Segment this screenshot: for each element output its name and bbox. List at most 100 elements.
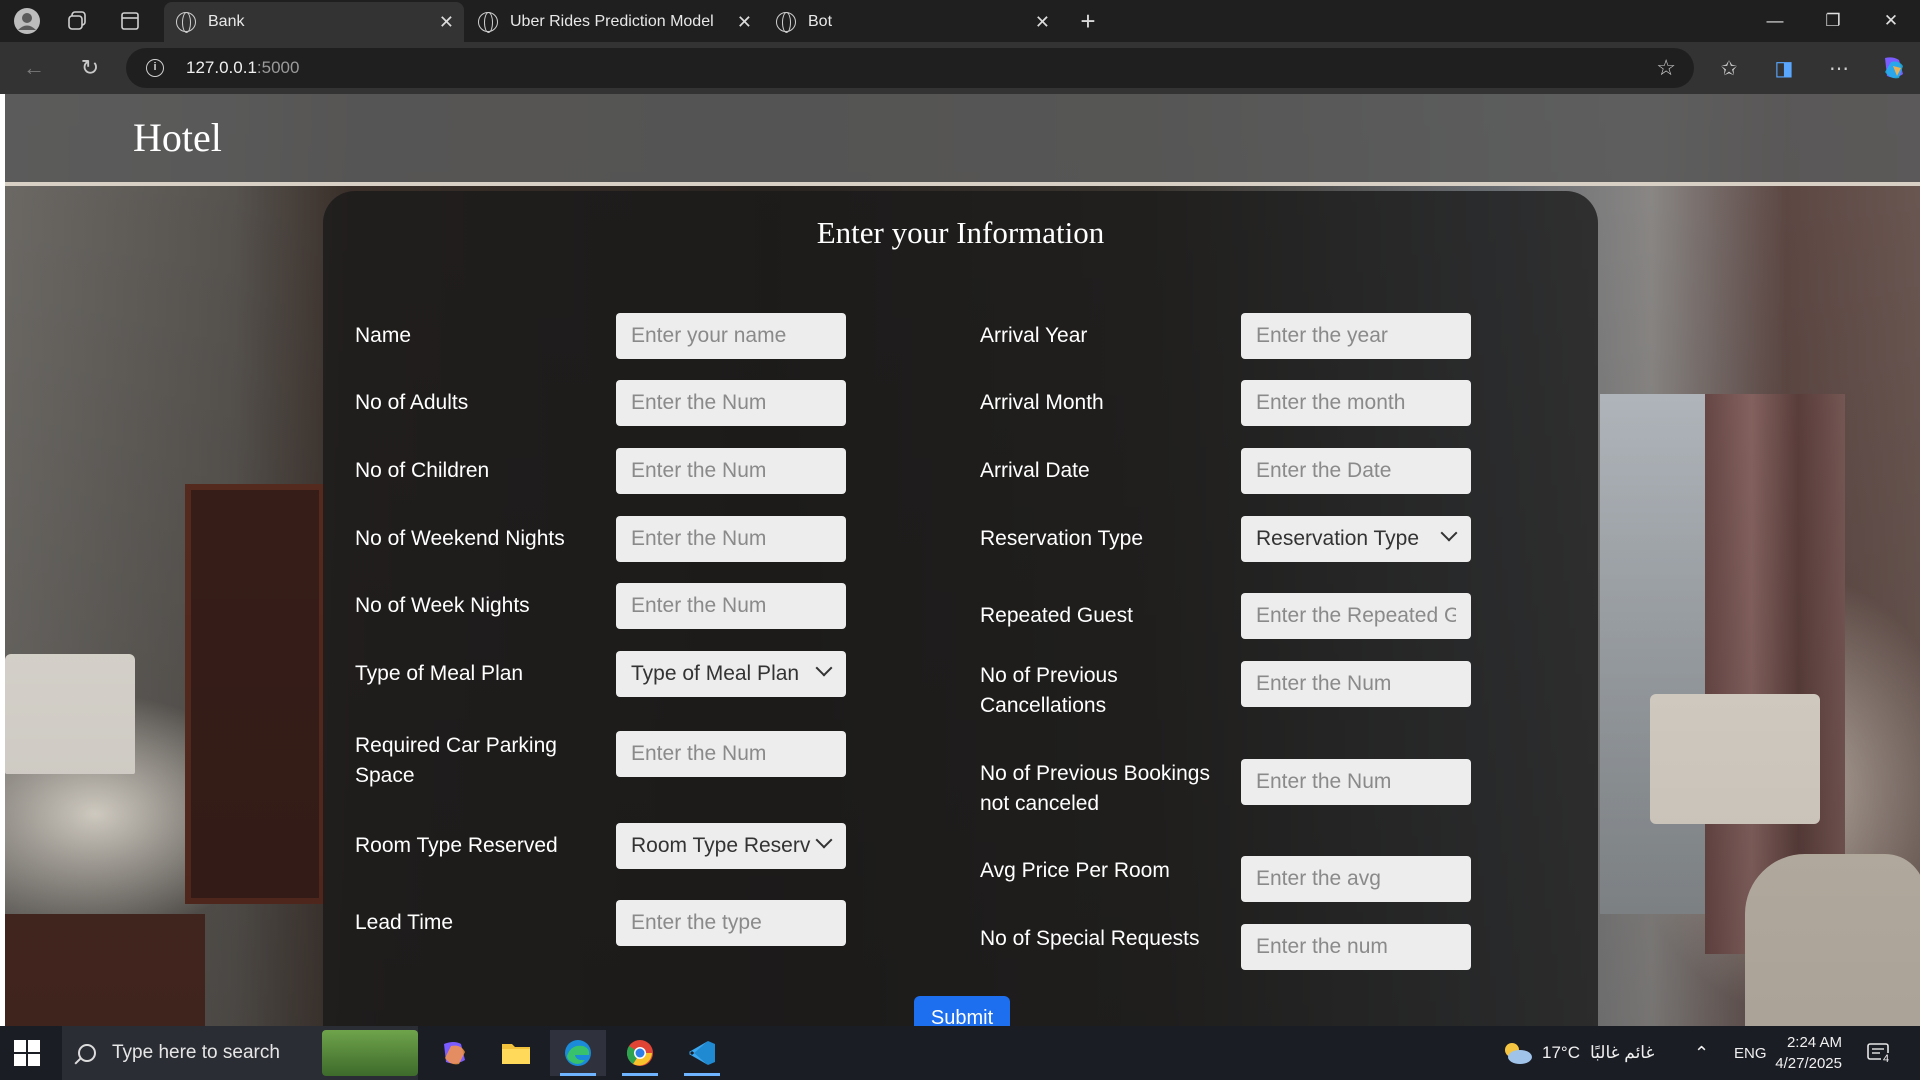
clock-time: 2:24 AM bbox=[1786, 1034, 1842, 1051]
arrival-date-input[interactable] bbox=[1241, 448, 1471, 494]
label-arrival-date: Arrival Date bbox=[980, 459, 1090, 482]
edge-taskbar-icon[interactable] bbox=[550, 1030, 606, 1076]
label-arrival-year: Arrival Year bbox=[980, 324, 1088, 347]
label-no-of-previous-bookings-not-canceled: No of Previous Bookings not canceled bbox=[980, 762, 1210, 815]
close-tab-icon[interactable]: ✕ bbox=[1035, 12, 1050, 33]
label-repeated-guest: Repeated Guest bbox=[980, 604, 1133, 627]
previous-cancellations-input[interactable] bbox=[1241, 661, 1471, 707]
reload-icon[interactable]: ↻ bbox=[74, 52, 106, 84]
label-avg-price-per-room: Avg Price Per Room bbox=[980, 859, 1170, 882]
tab-bot[interactable]: Bot ✕ bbox=[764, 2, 1060, 42]
clock[interactable]: 2:24 AM 4/27/2025 bbox=[1775, 1026, 1842, 1080]
search-placeholder: Type here to search bbox=[112, 1042, 280, 1063]
previous-bookings-not-canceled-input[interactable] bbox=[1241, 759, 1471, 805]
site-navbar: Hotel bbox=[5, 94, 1920, 186]
chrome-taskbar-icon[interactable] bbox=[612, 1030, 668, 1076]
workspaces-icon[interactable] bbox=[62, 6, 92, 36]
show-hidden-icons-icon[interactable]: ⌃ bbox=[1694, 1026, 1709, 1080]
label-no-of-children: No of Children bbox=[355, 459, 490, 482]
label-type-of-meal-plan: Type of Meal Plan bbox=[355, 662, 524, 685]
submit-button[interactable]: Submit bbox=[914, 996, 1010, 1026]
close-tab-icon[interactable]: ✕ bbox=[439, 12, 454, 33]
info-form-card: Enter your Information Name No of Adults… bbox=[323, 191, 1598, 1026]
chevron-down-icon bbox=[815, 659, 833, 677]
label-no-of-week-nights: No of Week Nights bbox=[355, 594, 530, 617]
label-required-car-parking-space: Required Car Parking Space bbox=[355, 734, 557, 787]
no-of-adults-input[interactable] bbox=[616, 380, 846, 426]
minimize-icon[interactable]: — bbox=[1746, 0, 1804, 42]
label-no-of-adults: No of Adults bbox=[355, 391, 469, 414]
more-menu-icon[interactable]: ⋯ bbox=[1822, 52, 1856, 84]
file-explorer-icon[interactable] bbox=[488, 1030, 544, 1076]
new-tab-icon[interactable]: + bbox=[1073, 6, 1103, 36]
no-of-weekend-nights-input[interactable] bbox=[616, 516, 846, 562]
search-icon bbox=[78, 1044, 96, 1062]
label-arrival-month: Arrival Month bbox=[980, 391, 1104, 414]
chevron-down-icon bbox=[815, 831, 833, 849]
form-title: Enter your Information bbox=[816, 215, 1105, 250]
select-value: Room Type Reserved bbox=[631, 834, 811, 857]
search-highlight-image bbox=[322, 1030, 418, 1076]
cloudy-weather-icon bbox=[1505, 1043, 1532, 1064]
no-of-children-input[interactable] bbox=[616, 448, 846, 494]
label-no-of-weekend-nights: No of Weekend Nights bbox=[355, 527, 565, 550]
favorites-icon[interactable]: ✩ bbox=[1712, 52, 1746, 84]
repeated-guest-input[interactable] bbox=[1241, 593, 1471, 639]
back-icon[interactable]: ← bbox=[18, 52, 50, 84]
avg-price-per-room-input[interactable] bbox=[1241, 856, 1471, 902]
room-type-select[interactable]: Room Type Reserved bbox=[616, 823, 846, 869]
site-info-icon[interactable]: i bbox=[146, 59, 164, 77]
taskbar-search-box[interactable]: Type here to search bbox=[62, 1026, 418, 1080]
windows-start-icon[interactable] bbox=[14, 1040, 40, 1066]
notification-count-badge: 4 bbox=[1881, 1053, 1892, 1065]
globe-icon bbox=[176, 12, 196, 33]
label-no-of-special-requests: No of Special Requests bbox=[980, 927, 1200, 950]
chevron-down-icon bbox=[1440, 524, 1458, 542]
label-room-type-reserved: Room Type Reserved bbox=[355, 834, 558, 857]
copilot-icon[interactable] bbox=[1876, 52, 1910, 84]
url-text[interactable]: 127.0.0.1:5000 bbox=[186, 58, 299, 78]
tab-label: Bot bbox=[808, 13, 833, 30]
tab-bank[interactable]: Bank ✕ bbox=[164, 2, 464, 42]
lead-time-input[interactable] bbox=[616, 900, 846, 946]
globe-icon bbox=[776, 12, 796, 33]
arrival-year-input[interactable] bbox=[1241, 313, 1471, 359]
select-value: Type of Meal Plan bbox=[631, 662, 800, 685]
profile-icon[interactable] bbox=[12, 6, 42, 36]
notifications-icon[interactable]: 4 bbox=[1866, 1026, 1892, 1080]
car-parking-space-input[interactable] bbox=[616, 731, 846, 777]
special-requests-input[interactable] bbox=[1241, 924, 1471, 970]
arrival-month-input[interactable] bbox=[1241, 380, 1471, 426]
favorite-star-icon[interactable]: ☆ bbox=[1656, 55, 1676, 81]
tab-label: Uber Rides Prediction Model bbox=[510, 13, 714, 30]
brand-logo-text[interactable]: Hotel bbox=[133, 114, 222, 161]
weather-temperature: 17°C bbox=[1542, 1043, 1580, 1062]
globe-icon bbox=[478, 12, 498, 33]
name-input[interactable] bbox=[616, 313, 846, 359]
weather-description: غائم غالبًا bbox=[1589, 1043, 1655, 1062]
label-lead-time: Lead Time bbox=[355, 911, 454, 934]
tab-uber-rides[interactable]: Uber Rides Prediction Model ✕ bbox=[466, 2, 762, 42]
select-value: Reservation Type bbox=[1256, 527, 1420, 550]
reservation-type-select[interactable]: Reservation Type bbox=[1241, 516, 1471, 562]
url-bar[interactable]: i 127.0.0.1:5000 ☆ bbox=[126, 48, 1694, 88]
vertical-tabs-icon[interactable] bbox=[115, 6, 145, 36]
input-language[interactable]: ENG bbox=[1734, 1026, 1767, 1080]
copilot-taskbar-icon[interactable] bbox=[426, 1030, 482, 1076]
restore-icon[interactable]: ❐ bbox=[1804, 0, 1862, 42]
browser-essentials-icon[interactable]: ◨ bbox=[1767, 52, 1801, 84]
label-reservation-type: Reservation Type bbox=[980, 527, 1144, 550]
close-window-icon[interactable]: ✕ bbox=[1862, 0, 1920, 42]
label-no-of-previous-cancellations: No of Previous Cancellations bbox=[980, 664, 1118, 717]
vscode-taskbar-icon[interactable] bbox=[674, 1030, 730, 1076]
clock-date: 4/27/2025 bbox=[1775, 1055, 1842, 1072]
tab-label: Bank bbox=[208, 13, 245, 30]
meal-plan-select[interactable]: Type of Meal Plan bbox=[616, 651, 846, 697]
label-name: Name bbox=[355, 324, 412, 347]
browser-tab-bar: Bank ✕ Uber Rides Prediction Model ✕ Bot… bbox=[0, 0, 1920, 42]
no-of-week-nights-input[interactable] bbox=[616, 583, 846, 629]
windows-taskbar: Type here to search 17°C غائم غالبًا ⌃ E… bbox=[0, 1026, 1920, 1080]
web-page: Hotel Enter your Information Name No of … bbox=[5, 94, 1920, 1026]
weather-widget[interactable]: 17°C غائم غالبًا bbox=[1500, 1026, 1654, 1080]
close-tab-icon[interactable]: ✕ bbox=[737, 12, 752, 33]
